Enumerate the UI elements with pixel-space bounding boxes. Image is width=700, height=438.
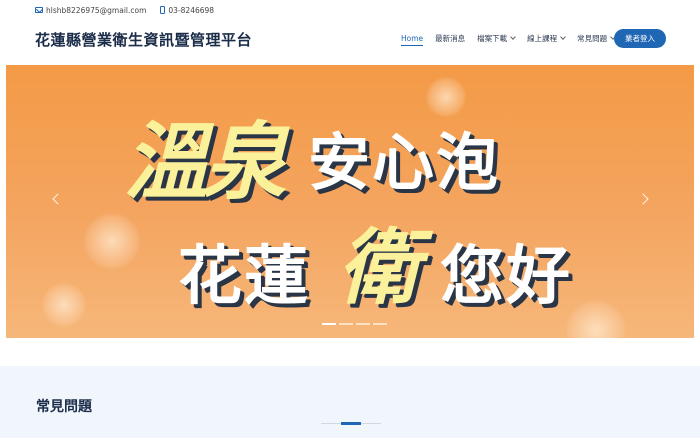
nav-item-label: 最新消息 [435,34,466,43]
carousel-indicator[interactable] [356,323,370,325]
nav-item-courses[interactable]: 線上課程 [527,33,566,44]
nav-item-label: 檔案下載 [477,34,508,43]
nav-item-home[interactable]: Home [401,34,424,46]
carousel-indicators [322,323,390,325]
carousel-indicator[interactable] [373,323,387,325]
nav-item-label: 常見問題 [577,34,608,43]
faq-section-title: 常見問題 [36,399,92,415]
bokeh-light [42,283,86,327]
mail-icon [35,7,43,13]
main-nav: Home 最新消息 檔案下載 線上課程 常見問題 [401,33,627,46]
nav-item-faq[interactable]: 常見問題 [577,33,616,44]
carousel-indicator[interactable] [322,323,336,325]
banner-headline-text: 安心泡 [308,126,501,199]
banner-subline-accent: 衛 [338,220,420,316]
vendor-login-button[interactable]: 業者登入 [614,29,666,48]
faq-section: 常見問題 [0,366,700,438]
carousel-indicator[interactable] [339,323,353,325]
chevron-down-icon [560,34,566,40]
top-contact-bar: hlshb8226975@gmail.com 03-8246698 [0,0,700,20]
nav-item-label: Home [401,34,424,43]
nav-item-news[interactable]: 最新消息 [435,33,465,44]
hero-carousel: 溫泉 安心泡 花蓮 衛 您好 [6,65,694,338]
phone-contact[interactable]: 03-8246698 [160,6,214,15]
email-contact[interactable]: hlshb8226975@gmail.com [35,6,146,15]
bokeh-light [566,300,626,338]
banner-subline-start: 花蓮 [178,239,310,314]
bokeh-light [426,77,466,117]
nav-item-label: 線上課程 [527,34,558,43]
banner-subline-end: 您好 [440,239,572,314]
carousel-next-icon[interactable] [637,193,649,205]
nav-item-downloads[interactable]: 檔案下載 [477,33,516,44]
chevron-down-icon [510,34,516,40]
email-text: hlshb8226975@gmail.com [46,5,147,15]
site-title[interactable]: 花蓮縣營業衛生資訊暨管理平台 [35,29,252,50]
banner-headline-accent: 溫泉 [124,112,286,211]
phone-icon [160,6,166,14]
section-divider [321,422,381,425]
bokeh-light [84,213,140,269]
site-header: 花蓮縣營業衛生資訊暨管理平台 Home 最新消息 檔案下載 線上課程 常見問題 … [0,20,700,60]
phone-text: 03-8246698 [168,5,215,15]
carousel-prev-icon[interactable] [52,193,64,205]
